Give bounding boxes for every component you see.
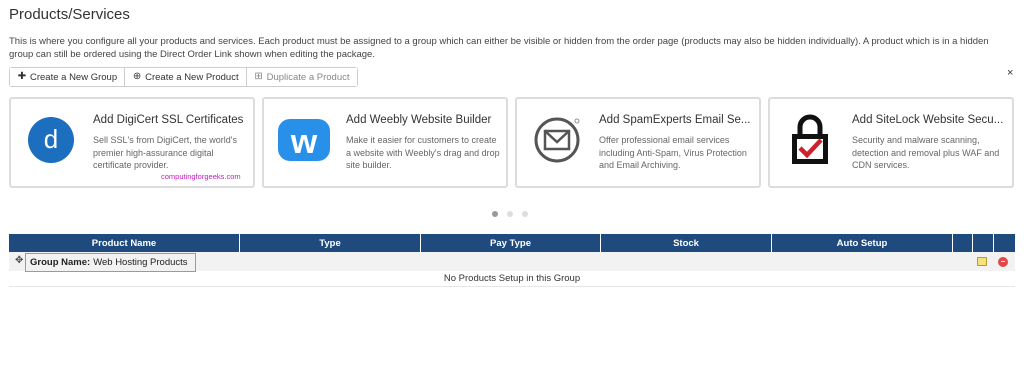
carousel-pagination [492, 211, 528, 217]
delete-icon[interactable]: − [998, 257, 1008, 267]
col-pay-type[interactable]: Pay Type [421, 234, 601, 252]
col-auto-setup[interactable]: Auto Setup [772, 234, 953, 252]
promo-card-desc: Offer professional email services includ… [599, 135, 747, 170]
group-name-label: Group Name: [30, 257, 91, 268]
carousel-dot[interactable] [522, 211, 528, 217]
create-product-button[interactable]: ⊕ Create a New Product [125, 68, 247, 86]
weebly-logo-icon: w [276, 115, 332, 165]
carousel-dot[interactable] [492, 211, 498, 217]
promo-card-title: Add SiteLock Website Secu... [852, 114, 1004, 126]
promo-card-desc: Make it easier for customers to create a… [346, 135, 500, 170]
envelope-circle-icon [529, 115, 585, 165]
digicert-logo-icon: d [23, 115, 79, 165]
col-type[interactable]: Type [240, 234, 421, 252]
group-name: Group Name: Web Hosting Products [25, 253, 196, 272]
plus-circle-icon: ⊕ [132, 71, 142, 82]
col-edit [953, 234, 973, 252]
empty-message: No Products Setup in this Group [9, 271, 1015, 287]
padlock-check-icon [782, 114, 838, 165]
plus-icon: ✚ [17, 71, 27, 82]
duplicate-product-label: Duplicate a Product [266, 71, 350, 83]
col-extra [994, 234, 1015, 252]
promo-card-title: Add Weebly Website Builder [346, 114, 492, 126]
carousel-dot[interactable] [507, 211, 513, 217]
group-name-value: Web Hosting Products [93, 257, 188, 268]
weebly-letter: w [290, 123, 318, 161]
promo-card-desc: Sell SSL's from DigiCert, the world's pr… [93, 135, 237, 170]
col-product-name[interactable]: Product Name [9, 234, 240, 252]
promo-card-spamexperts[interactable]: Add SpamExperts Email Se... Offer profes… [515, 97, 761, 188]
promo-card-weebly[interactable]: w Add Weebly Website Builder Make it eas… [262, 97, 508, 188]
close-icon[interactable]: × [1007, 67, 1013, 79]
edit-icon[interactable] [977, 257, 987, 266]
move-icon[interactable]: ✥ [15, 255, 23, 266]
duplicate-icon: ⊞ [254, 71, 263, 82]
page-intro: This is where you configure all your pro… [9, 36, 989, 60]
duplicate-product-button[interactable]: ⊞ Duplicate a Product [246, 68, 357, 86]
action-toolbar: ✚ Create a New Group ⊕ Create a New Prod… [9, 67, 358, 87]
promo-card-sitelock[interactable]: Add SiteLock Website Secu... Security an… [768, 97, 1014, 188]
digicert-letter: d [44, 124, 58, 154]
table-header: Product Name Type Pay Type Stock Auto Se… [9, 234, 1015, 252]
create-group-button[interactable]: ✚ Create a New Group [10, 68, 126, 86]
group-row: ✥ Group Name: Web Hosting Products − [9, 252, 1015, 272]
promo-card-digicert[interactable]: d Add DigiCert SSL Certificates Sell SSL… [9, 97, 255, 188]
page-title: Products/Services [9, 6, 130, 23]
products-table: Product Name Type Pay Type Stock Auto Se… [9, 234, 1015, 287]
create-product-label: Create a New Product [145, 71, 239, 83]
promo-card-title: Add SpamExperts Email Se... [599, 114, 751, 126]
promo-card-desc: Security and malware scanning, detection… [852, 135, 1000, 170]
watermark: computingforgeeks.com [161, 172, 241, 181]
promo-card-title: Add DigiCert SSL Certificates [93, 114, 244, 126]
create-group-label: Create a New Group [30, 71, 118, 83]
col-delete [973, 234, 994, 252]
col-stock[interactable]: Stock [601, 234, 772, 252]
